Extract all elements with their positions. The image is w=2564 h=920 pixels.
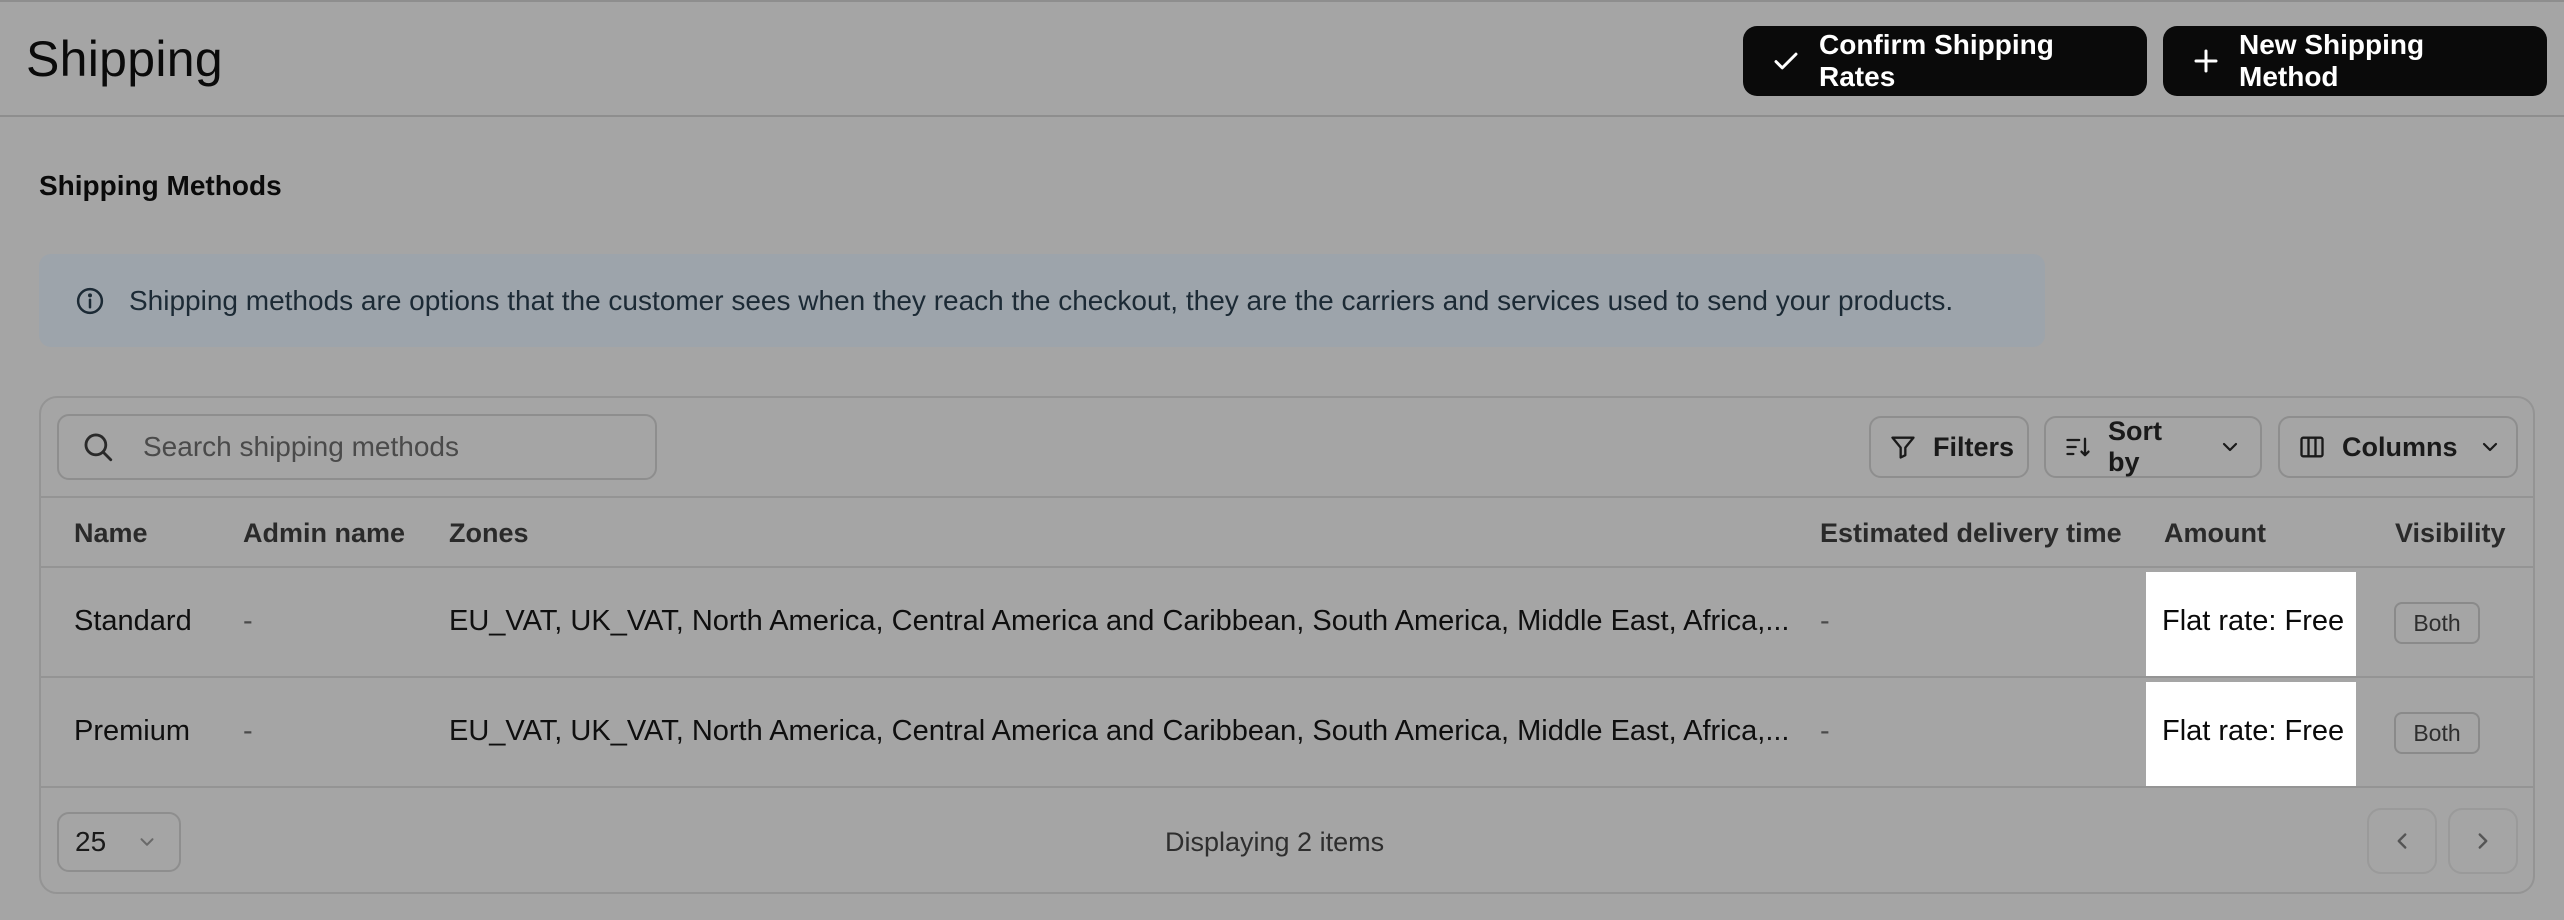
sort-by-label: Sort by [2108,416,2162,477]
cell-amount: Flat rate: Free [2146,682,2356,786]
cell-amount-text: Flat rate: Free [2162,715,2345,747]
search-box[interactable] [57,414,657,480]
table-header: Name Admin name Zones Estimated delivery… [41,496,2533,568]
check-icon [1774,52,1798,70]
cell-admin-name: - [243,605,253,637]
cell-zones: EU_VAT, UK_VAT, North America, Central A… [449,605,1790,637]
section-title: Shipping Methods [39,170,282,201]
column-header-amount[interactable]: Amount [2164,518,2266,549]
chevron-left-icon [2397,833,2407,849]
column-header-name[interactable]: Name [74,518,148,549]
new-shipping-method-label: New Shipping Method [2239,29,2425,92]
visibility-badge: Both [2394,602,2480,644]
info-banner-text: Shipping methods are options that the cu… [129,284,1954,316]
chevron-down-icon [2222,442,2238,452]
columns-button[interactable]: Columns [2278,416,2518,478]
page-size-value: 25 [75,826,107,857]
cell-delivery-time: - [1820,605,1830,637]
column-header-estimated-delivery-time[interactable]: Estimated delivery time [1820,518,2122,549]
filter-icon [1891,436,1915,459]
chevron-down-icon [2482,442,2497,452]
visibility-badge: Both [2394,712,2480,754]
previous-page-button[interactable] [2367,808,2437,874]
filters-button[interactable]: Filters [1869,416,2029,478]
search-input[interactable] [143,431,623,463]
table-row[interactable]: Standard - EU_VAT, UK_VAT, North America… [41,568,2533,678]
column-header-zones[interactable]: Zones [449,518,529,549]
page-title: Shipping [26,31,224,87]
page-header: Shipping Confirm Shipping Rates New Ship… [0,0,2564,117]
confirm-shipping-rates-button[interactable]: Confirm Shipping Rates [1743,26,2147,96]
columns-icon [2300,436,2324,458]
cell-admin-name: - [243,715,253,747]
columns-label: Columns [2342,431,2458,462]
info-banner: Shipping methods are options that the cu… [39,254,2045,347]
chevron-down-icon [140,838,154,846]
next-page-button[interactable] [2448,808,2518,874]
sort-icon [2066,437,2090,457]
cell-delivery-time: - [1820,715,1830,747]
cell-zones: EU_VAT, UK_VAT, North America, Central A… [449,715,1790,747]
page-size-select[interactable]: 25 [57,812,181,872]
filters-label: Filters [1933,431,2015,462]
pagination-status: Displaying 2 items [1165,827,1385,857]
cell-name: Standard [74,605,192,637]
cell-amount: Flat rate: Free [2146,572,2356,676]
column-header-visibility[interactable]: Visibility [2395,518,2506,549]
table-row[interactable]: Premium - EU_VAT, UK_VAT, North America,… [41,678,2533,788]
info-icon [76,287,104,314]
sort-by-button[interactable]: Sort by [2044,416,2262,478]
plus-icon [2194,49,2218,73]
cell-amount-text: Flat rate: Free [2162,605,2345,637]
cell-name: Premium [74,715,191,747]
search-icon [84,433,113,462]
column-header-admin-name[interactable]: Admin name [243,518,405,549]
shipping-methods-table: Filters Sort by Columns Name Admin name … [39,396,2535,894]
chevron-right-icon [2478,833,2488,849]
new-shipping-method-button[interactable]: New Shipping Method [2163,26,2547,96]
confirm-shipping-rates-label: Confirm Shipping Rates [1819,29,2054,92]
